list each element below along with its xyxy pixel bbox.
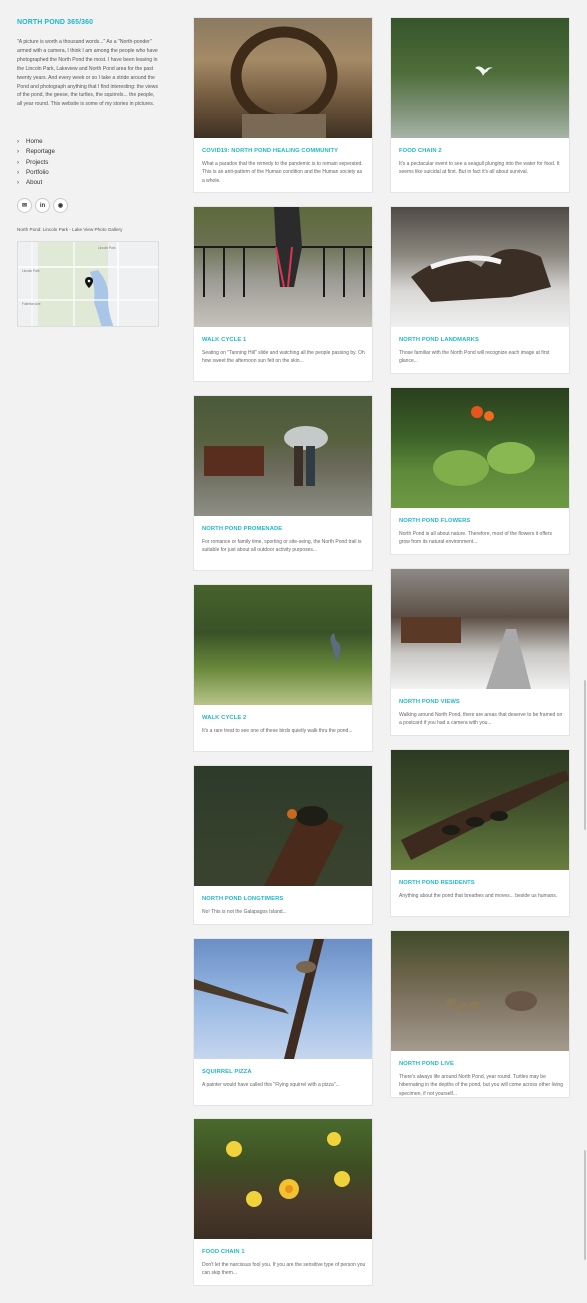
menu-item-label: Projects [26,158,49,166]
post-card[interactable]: NORTH POND PROMENADE For romance or fami… [193,395,373,571]
map-label: Lincoln Park [98,246,116,250]
post-excerpt: It's a rare treat to see one of these bi… [202,728,353,734]
site-intro: "A picture is worth a thousand words..."… [17,39,159,108]
post-card[interactable]: FOOD CHAIN 1 Don't let the narcissus foo… [193,1118,373,1286]
post-thumbnail-walk-cycle-1[interactable] [194,207,372,327]
scrollbar-thumb[interactable] [584,680,586,830]
map-label: Lincoln Park [22,269,40,273]
map-label: Fullerton Ave [22,302,41,306]
post-card[interactable]: NORTH POND LONGTIMERS No! This is not th… [193,765,373,925]
scrollbar[interactable] [583,0,587,1303]
menu-item-home[interactable]: › Home [17,137,55,147]
post-thumbnail-food-chain-2[interactable] [391,18,569,138]
post-title[interactable]: COVID19: NORTH POND HEALING COMMUNITY [202,148,338,154]
post-thumbnail-live[interactable] [391,931,569,1051]
post-card[interactable]: FOOD CHAIN 2 It's a pectacular event to … [390,17,570,193]
post-thumbnail-squirrel-pizza[interactable] [194,939,372,1059]
post-title[interactable]: FOOD CHAIN 1 [202,1249,245,1255]
chevron-right-icon: › [17,139,19,145]
linkedin-icon[interactable]: in [35,198,50,213]
menu-item-label: Portfolio [26,168,49,176]
post-thumbnail-food-chain-1[interactable] [194,1119,372,1239]
post-excerpt: For romance or family time, sporting or … [202,539,362,554]
github-icon[interactable]: ◉ [53,198,68,213]
main-menu: › Home › Reportage › Projects › Portfolio › A… [17,137,55,188]
post-thumbnail-healing-community[interactable] [194,18,372,138]
menu-item-projects[interactable]: › Projects [17,158,55,168]
post-excerpt: It's a pectacular event to see a seagull… [399,161,560,176]
post-thumbnail-promenade[interactable] [194,396,372,516]
menu-item-label: About [26,179,43,187]
post-title[interactable]: SQUIRREL PIZZA [202,1069,252,1075]
post-thumbnail-walk-cycle-2[interactable] [194,585,372,705]
post-title[interactable]: NORTH POND FLOWERS [399,518,470,524]
chevron-right-icon: › [17,159,19,166]
menu-item-label: Home [26,138,43,145]
post-title[interactable]: NORTH POND LANDMARKS [399,337,479,343]
menu-item-label: Reportage [26,148,55,156]
menu-item-portfolio[interactable]: › Portfolio [17,168,55,178]
menu-item-reportage[interactable]: › Reportage [17,147,55,157]
scrollbar-thumb[interactable] [584,1150,586,1260]
post-card[interactable]: NORTH POND LANDMARKS Those familiar with… [390,206,570,374]
chevron-right-icon: › [17,149,19,156]
post-excerpt: North Pond is all about nature. Therefor… [399,531,552,546]
chevron-right-icon: › [17,169,19,176]
post-excerpt: Seating on "Tanning Hill" slide and watc… [202,350,365,365]
post-title[interactable]: WALK CYCLE 1 [202,337,246,343]
post-excerpt: Don't let the narcissus fool you. If you… [202,1262,366,1277]
post-thumbnail-longtimers[interactable] [194,766,372,886]
post-excerpt: A painter would have called this "Flying… [202,1082,340,1088]
sidebar: NORTH POND 365/360 "A picture is worth a… [0,0,175,1303]
post-title[interactable]: NORTH POND LIVE [399,1061,454,1067]
post-card[interactable]: NORTH POND FLOWERS North Pond is all abo… [390,387,570,555]
post-card[interactable]: NORTH POND LIVE There's always life arou… [390,930,570,1098]
post-card[interactable]: NORTH POND RESIDENTS Anything about the … [390,749,570,917]
menu-item-about[interactable]: › About [17,178,55,188]
post-card[interactable]: SQUIRREL PIZZA A painter would have call… [193,938,373,1106]
post-excerpt: Anything about the pond that breathes an… [399,893,558,899]
post-title[interactable]: NORTH POND LONGTIMERS [202,896,283,902]
post-title[interactable]: NORTH POND PROMENADE [202,526,282,532]
chevron-right-icon: › [17,180,19,187]
post-thumbnail-views[interactable] [391,569,569,689]
location-map[interactable]: Lincoln Park Lincoln Park Fullerton Ave [17,241,159,327]
email-icon[interactable]: ✉ [17,198,32,213]
post-thumbnail-flowers[interactable] [391,388,569,508]
post-card[interactable]: NORTH POND VIEWS Walking around North Po… [390,568,570,736]
post-excerpt: No! This is not the Galapagos Island... [202,909,287,915]
site-title[interactable]: NORTH POND 365/360 [17,19,93,26]
post-excerpt: Those familiar with the North Pond will … [399,350,550,365]
post-card[interactable]: COVID19: NORTH POND HEALING COMMUNITY Wh… [193,17,373,193]
post-title[interactable]: NORTH POND VIEWS [399,699,460,705]
post-card[interactable]: WALK CYCLE 2 It's a rare treat to see on… [193,584,373,752]
post-title[interactable]: FOOD CHAIN 2 [399,148,442,154]
post-title[interactable]: NORTH POND RESIDENTS [399,880,475,886]
post-excerpt: Walking around North Pond, there are are… [399,712,563,727]
post-title[interactable]: WALK CYCLE 2 [202,715,246,721]
post-thumbnail-residents[interactable] [391,750,569,870]
post-card[interactable]: WALK CYCLE 1 Seating on "Tanning Hill" s… [193,206,373,382]
post-thumbnail-landmarks[interactable] [391,207,569,327]
post-excerpt: There's always life around North Pond, y… [399,1074,563,1097]
map-caption: North Pond: Lincoln Park - Lake View Pho… [17,227,123,232]
post-excerpt: What a paradox that the remedy to the pa… [202,161,363,184]
social-links: ✉ in ◉ [17,198,68,213]
